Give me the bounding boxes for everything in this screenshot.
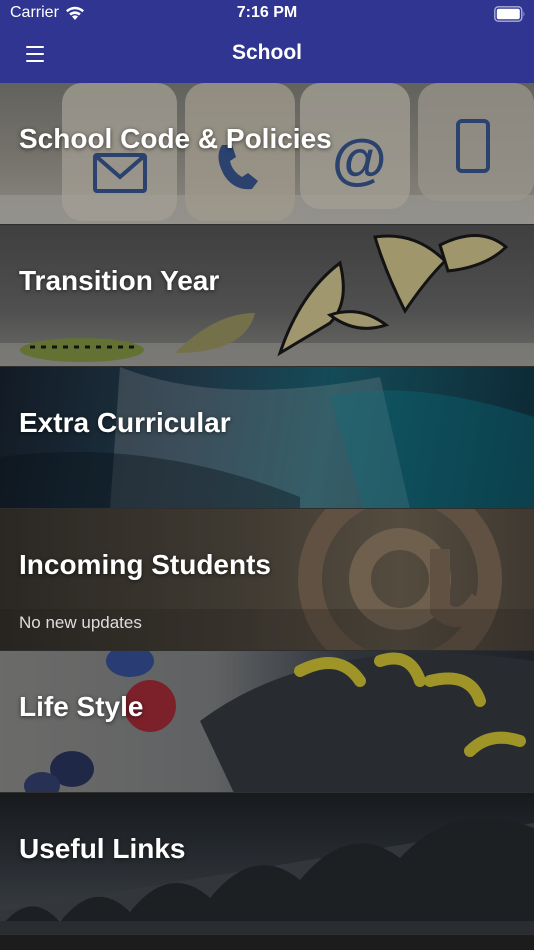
tile-transition-year[interactable]: Transition Year (0, 225, 534, 367)
tile-title: Extra Curricular (19, 407, 231, 438)
tile-title: Transition Year (19, 265, 220, 296)
screen: Carrier 7:16 PM School @ School Code & P… (0, 0, 534, 950)
tile-subtitle: No new updates (19, 613, 142, 632)
tile-list: @ School Code & Policies Transition Year (0, 83, 534, 935)
tile-title: Life Style (19, 691, 144, 722)
tile-life-style[interactable]: Life Style (0, 651, 534, 793)
status-bar: Carrier 7:16 PM (0, 0, 534, 28)
status-time: 7:16 PM (236, 4, 298, 21)
tile-title: School Code & Policies (19, 123, 332, 154)
page-title: School (231, 41, 302, 64)
tile-title: Incoming Students (19, 549, 271, 580)
tile-title: Useful Links (19, 833, 186, 864)
top-bar: Carrier 7:16 PM School (0, 0, 534, 84)
tile-incoming-students[interactable]: Incoming Students No new updates (0, 509, 534, 651)
tile-useful-links[interactable]: Useful Links (0, 793, 534, 935)
tile-extra-curricular[interactable]: Extra Curricular (0, 367, 534, 509)
battery-icon (494, 6, 525, 22)
tile-school-code[interactable]: @ School Code & Policies (0, 83, 534, 225)
